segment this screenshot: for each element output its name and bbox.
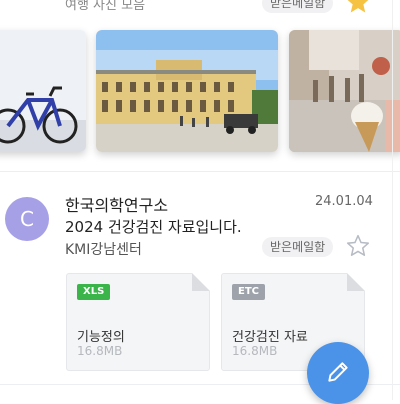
file-size: 16.8MB: [77, 344, 123, 358]
bicycle-photo[interactable]: [0, 30, 86, 152]
mail-subject: 2024 건강검진 자료입니다.: [65, 218, 242, 236]
previous-mail-row[interactable]: 여행 사진 모음 받은메일함: [0, 0, 400, 20]
mailbox-badge: 받은메일함: [262, 0, 334, 13]
mail-description: 여행 사진 모음: [65, 0, 146, 13]
compose-button[interactable]: [307, 342, 369, 404]
scrollbar-track: [392, 0, 393, 400]
file-name: 건강검진 자료: [232, 330, 308, 345]
pencil-icon: [328, 362, 348, 382]
ice-cream-street-photo[interactable]: [289, 30, 400, 152]
file-type-badge: ETC: [232, 284, 265, 300]
star-outline-icon[interactable]: [345, 233, 371, 259]
file-name: 기능정의: [77, 330, 125, 345]
star-filled-icon[interactable]: [344, 0, 372, 16]
photo-gallery[interactable]: [0, 30, 400, 152]
mailbox-badge: 받은메일함: [262, 237, 334, 257]
mail-date: 24.01.04: [315, 194, 373, 209]
page-fold: [192, 273, 210, 291]
avatar: C: [5, 197, 49, 241]
sender-center: KMI강남센터: [65, 242, 142, 258]
row-divider: [0, 171, 400, 172]
sender-name: 한국의학연구소: [65, 196, 169, 215]
file-type-badge: XLS: [77, 284, 111, 300]
attachment-card[interactable]: XLS 기능정의 16.8MB: [66, 273, 210, 371]
page-fold: [347, 273, 365, 291]
palace-photo[interactable]: [96, 30, 278, 152]
file-size: 16.8MB: [232, 344, 278, 358]
